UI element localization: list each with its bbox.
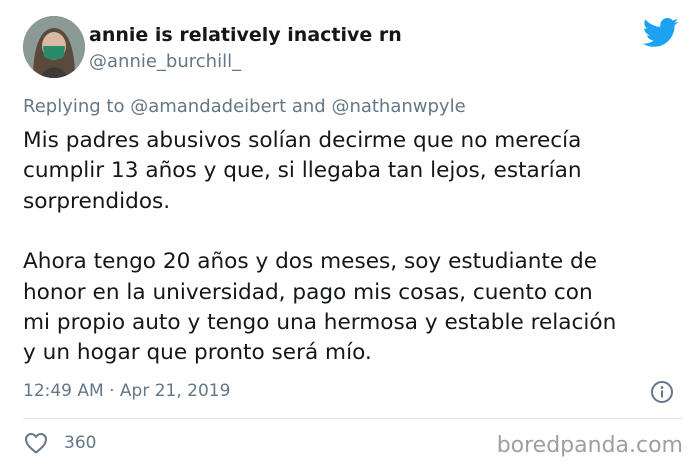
- twitter-bird-icon[interactable]: [643, 18, 679, 48]
- tweet-paragraph-2: Ahora tengo 20 años y dos meses, soy est…: [23, 249, 617, 366]
- tweet-paragraph-1: Mis padres abusivos solían decirme que n…: [23, 128, 582, 214]
- avatar-image: [23, 16, 85, 78]
- user-handle[interactable]: @annie_burchill_: [89, 51, 241, 72]
- like-count: 360: [64, 433, 97, 453]
- info-icon[interactable]: [650, 380, 674, 404]
- watermark: boredpanda.com: [496, 433, 683, 458]
- replying-and: and: [286, 96, 332, 117]
- display-name[interactable]: annie is relatively inactive rn: [89, 24, 402, 46]
- replying-to-line: Replying to @amandadeibert and @nathanwp…: [23, 96, 466, 117]
- tweet-timestamp[interactable]: 12:49 AM · Apr 21, 2019: [23, 381, 230, 401]
- replying-prefix: Replying to: [23, 96, 131, 117]
- heart-icon[interactable]: [24, 432, 48, 454]
- avatar[interactable]: [23, 16, 85, 78]
- tweet-body: Mis padres abusivos solían decirme que n…: [23, 126, 691, 369]
- mention-link-nathanwpyle[interactable]: @nathanwpyle: [331, 96, 465, 117]
- divider: [23, 418, 683, 419]
- mention-link-amandadeibert[interactable]: @amandadeibert: [130, 96, 286, 117]
